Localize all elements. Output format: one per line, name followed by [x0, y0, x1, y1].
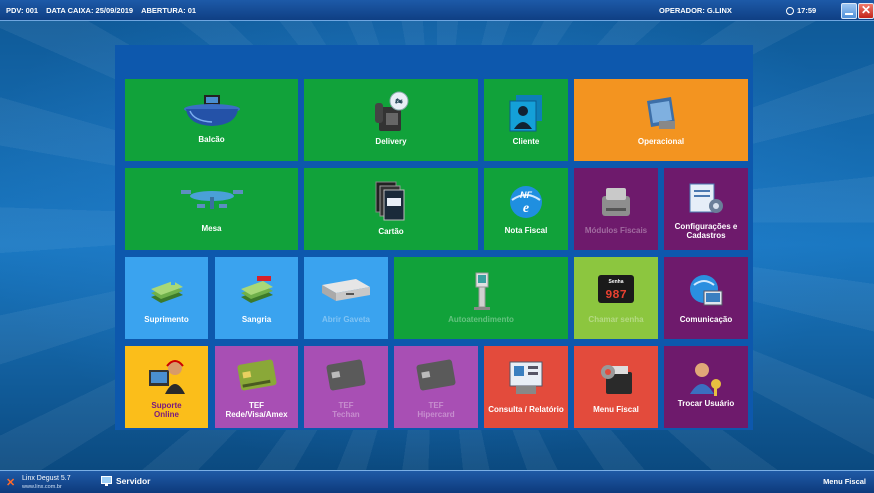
tile-modulos-fiscais-label: Módulos Fiscais [584, 226, 648, 235]
linx-logo-icon: ✕ [6, 477, 16, 489]
tile-cliente-label: Cliente [512, 137, 540, 146]
tile-suporte-label-2: Online [154, 410, 179, 419]
tile-abrir-gaveta-label: Abrir Gaveta [321, 315, 371, 324]
data-caixa-label: DATA CAIXA: 25/09/2019 [46, 6, 134, 15]
server-label: Servidor [116, 476, 151, 486]
card-icon [375, 181, 405, 221]
ticket-display-icon: Senha 987 [598, 275, 634, 303]
cash-drawer-icon [322, 279, 370, 301]
status-bar: ✕ Linx Degust 5.7 www.linx.com.br Servid… [0, 470, 874, 493]
pdv-label: PDV: 001 [6, 6, 39, 15]
clock-icon [786, 6, 794, 15]
tile-suprimento[interactable]: Suprimento [125, 257, 208, 339]
tile-tef-hipercard[interactable]: TEF Hipercard [394, 346, 478, 428]
table-icon [180, 190, 243, 209]
support-agent-icon [148, 360, 185, 394]
clock: 17:59 [786, 6, 816, 15]
operator-label: OPERADOR: G.LINX [659, 6, 732, 15]
tile-modulos-fiscais[interactable]: Módulos Fiscais [574, 168, 658, 250]
tile-tef-techan[interactable]: TEF Techan [304, 346, 388, 428]
fiscal-printer-icon [602, 188, 630, 216]
phone-icon: 🏍 [375, 91, 409, 131]
senha-caption: Senha [608, 279, 623, 285]
settings-icon [689, 183, 723, 213]
close-button[interactable]: ✕ [858, 3, 874, 19]
tile-sangria-label: Sangria [241, 315, 272, 324]
tile-abrir-gaveta[interactable]: Abrir Gaveta [304, 257, 388, 339]
communication-icon [690, 275, 723, 306]
report-icon [509, 361, 543, 394]
top-bar: PDV: 001 DATA CAIXA: 25/09/2019 ABERTURA… [0, 0, 874, 21]
menu-fiscal-link[interactable]: Menu Fiscal [823, 477, 866, 486]
abertura-label: ABERTURA: 01 [141, 6, 197, 15]
operational-icon [647, 97, 675, 129]
senha-number: 987 [605, 288, 627, 302]
tile-chamar-senha-label: Chamar senha [588, 315, 644, 324]
tile-menu-fiscal-label: Menu Fiscal [593, 405, 639, 414]
tile-configuracoes-label-2: Cadastros [686, 231, 726, 240]
tile-cartao[interactable]: Cartão [304, 168, 478, 250]
money-plus-icon [150, 273, 183, 303]
tile-delivery[interactable]: 🏍 Delivery [304, 79, 478, 161]
monitor-icon [101, 476, 112, 486]
tef-card-dark-icon [326, 359, 366, 391]
nfe-icon: NF e [510, 186, 542, 218]
tile-trocar-usuario-label: Trocar Usuário [677, 399, 735, 408]
tile-balcao[interactable]: Balcão [125, 79, 298, 161]
tile-balcao-label: Balcão [198, 135, 225, 144]
tile-consulta-relatorio[interactable]: Consulta / Relatório [484, 346, 568, 428]
tile-mesa-label: Mesa [201, 224, 222, 233]
tile-tef-hipercard-label-2: Hipercard [417, 410, 455, 419]
tile-trocar-usuario[interactable]: Trocar Usuário [664, 346, 748, 428]
tile-autoatendimento-label: Autoatendimento [448, 315, 514, 324]
tile-delivery-label: Delivery [375, 137, 407, 146]
tile-nota-fiscal[interactable]: NF e Nota Fiscal [484, 168, 568, 250]
tile-menu-fiscal[interactable]: Menu Fiscal [574, 346, 658, 428]
app-name: Linx Degust 5.7 [22, 475, 71, 482]
tile-configuracoes[interactable]: Configurações e Cadastros [664, 168, 748, 250]
tile-comunicacao-label: Comunicação [679, 315, 733, 324]
tile-mesa[interactable]: Mesa [125, 168, 298, 250]
app-url: www.linx.com.br [22, 484, 62, 490]
tile-tef-rede-label-2: Rede/Visa/Amex [225, 410, 288, 419]
svg-text:🏍: 🏍 [394, 98, 403, 105]
svg-text:e: e [523, 201, 529, 216]
tef-card-dark-icon [416, 359, 456, 391]
tile-comunicacao[interactable]: Comunicação [664, 257, 748, 339]
tef-card-icon [236, 359, 277, 391]
svg-text:NF: NF [520, 190, 532, 200]
main-menu-panel: Balcão 🏍 Delivery Cliente Operacional Me… [115, 45, 753, 430]
tile-chamar-senha[interactable]: Senha 987 Chamar senha [574, 257, 658, 339]
client-icon [509, 95, 542, 132]
tile-operacional[interactable]: Operacional [574, 79, 748, 161]
tile-tef-techan-label-2: Techan [332, 410, 360, 419]
server-indicator[interactable]: Servidor [101, 476, 151, 486]
tile-nota-fiscal-label: Nota Fiscal [504, 226, 548, 235]
tile-autoatendimento[interactable]: Autoatendimento [394, 257, 568, 339]
tile-suporte-online[interactable]: Suporte Online [125, 346, 208, 428]
tile-cliente[interactable]: Cliente [484, 79, 568, 161]
tile-sangria[interactable]: Sangria [215, 257, 298, 339]
money-minus-icon [240, 276, 273, 303]
tile-operacional-label: Operacional [637, 137, 685, 146]
app-brand: Linx Degust 5.7 www.linx.com.br [22, 475, 71, 491]
clock-time: 17:59 [797, 6, 817, 15]
tile-consulta-label: Consulta / Relatório [488, 405, 564, 414]
fiscal-menu-icon [601, 365, 632, 394]
tile-cartao-label: Cartão [378, 227, 404, 236]
tile-suprimento-label: Suprimento [144, 315, 189, 324]
kiosk-icon [474, 272, 490, 310]
minimize-button[interactable] [841, 3, 857, 19]
switch-user-icon [690, 363, 721, 396]
tile-tef-rede[interactable]: TEF Rede/Visa/Amex [215, 346, 298, 428]
counter-icon [183, 95, 240, 126]
